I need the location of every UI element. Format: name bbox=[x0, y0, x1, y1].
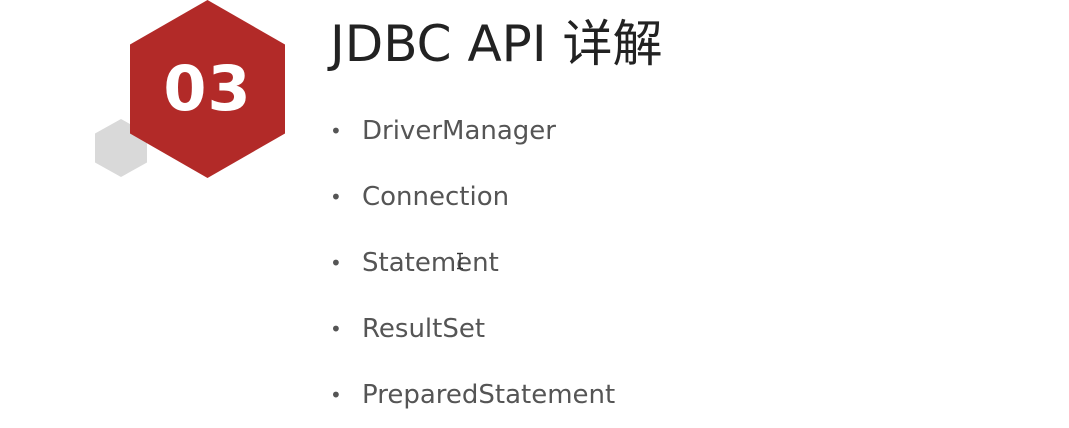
list-item-label: PreparedStatement bbox=[362, 380, 616, 410]
topic-list: • DriverManager • Connection • Statement… bbox=[330, 98, 615, 428]
bullet-icon: • bbox=[330, 185, 342, 209]
page-title: JDBC API 详解 bbox=[330, 15, 663, 73]
bullet-icon: • bbox=[330, 383, 342, 407]
list-item: • ResultSet bbox=[330, 296, 615, 362]
section-number: 03 bbox=[163, 52, 252, 125]
bullet-icon: • bbox=[330, 317, 342, 341]
bullet-icon: • bbox=[330, 119, 342, 143]
list-item-label: DriverManager bbox=[362, 116, 556, 146]
bullet-icon: • bbox=[330, 251, 342, 275]
list-item: • DriverManager bbox=[330, 98, 615, 164]
list-item-label: ResultSet bbox=[362, 314, 486, 344]
list-item-label: Statement bbox=[362, 248, 499, 278]
text-cursor-icon bbox=[457, 252, 463, 270]
list-item: • Connection bbox=[330, 164, 615, 230]
list-item: • PreparedStatement bbox=[330, 362, 615, 428]
list-item-label: Connection bbox=[362, 182, 510, 212]
list-item: • Statement bbox=[330, 230, 615, 296]
